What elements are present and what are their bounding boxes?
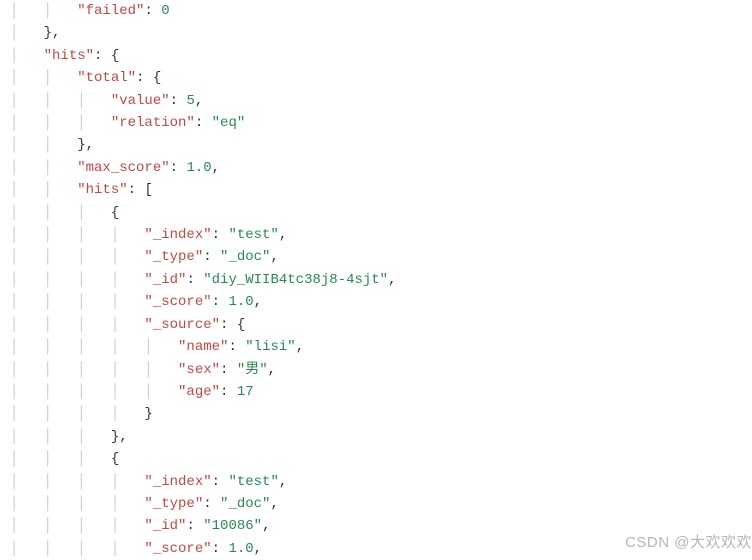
json-token: "_doc"	[220, 249, 270, 265]
json-token: "_id"	[144, 272, 186, 288]
json-token: 5	[186, 93, 194, 109]
json-token: :	[212, 541, 229, 557]
json-token: {	[111, 205, 119, 221]
json-token: ,	[388, 272, 396, 288]
json-token: "_index"	[144, 474, 211, 490]
json-token: :	[220, 362, 237, 378]
json-token: ,	[270, 249, 278, 265]
json-token: "_score"	[144, 541, 211, 557]
json-token: "eq"	[212, 115, 246, 131]
json-token: "sex"	[178, 362, 220, 378]
json-token: :	[186, 518, 203, 534]
json-token: ,	[279, 227, 287, 243]
json-token: :	[170, 160, 187, 176]
json-token: },	[44, 25, 61, 41]
json-token: "value"	[111, 93, 170, 109]
json-token: 1.0	[228, 541, 253, 557]
json-token: 17	[237, 384, 254, 400]
json-token: "_id"	[144, 518, 186, 534]
json-token: :	[228, 339, 245, 355]
json-token: "_type"	[144, 496, 203, 512]
json-token: : {	[94, 48, 119, 64]
json-token: ,	[254, 541, 262, 557]
json-token: "男"	[237, 362, 268, 378]
json-token: : {	[220, 317, 245, 333]
json-token: :	[203, 249, 220, 265]
json-token: :	[220, 384, 237, 400]
json-token: }	[144, 406, 152, 422]
json-token: "_index"	[144, 227, 211, 243]
json-token: "_type"	[144, 249, 203, 265]
json-token: 1.0	[228, 294, 253, 310]
json-code-block: │ │ "failed": 0 │ }, │ "hits": { │ │ "to…	[0, 0, 752, 560]
json-token: "diy_WIIB4tc38j8-4sjt"	[203, 272, 388, 288]
json-token: ,	[296, 339, 304, 355]
json-token: "hits"	[77, 182, 127, 198]
json-token: 0	[161, 3, 169, 19]
json-token: },	[111, 429, 128, 445]
json-token: : {	[136, 70, 161, 86]
json-token: "relation"	[111, 115, 195, 131]
json-token: "failed"	[77, 3, 144, 19]
watermark-text: CSDN @大欢欢欢	[625, 532, 752, 554]
json-token: "hits"	[44, 48, 94, 64]
json-token: ,	[270, 496, 278, 512]
json-token: :	[212, 294, 229, 310]
json-token: "age"	[178, 384, 220, 400]
json-token: :	[144, 3, 161, 19]
json-token: "_score"	[144, 294, 211, 310]
json-token: ,	[195, 93, 203, 109]
json-token: : [	[128, 182, 153, 198]
json-token: "max_score"	[77, 160, 169, 176]
json-token: ,	[254, 294, 262, 310]
json-token: "lisi"	[245, 339, 295, 355]
json-token: "test"	[228, 227, 278, 243]
json-token: "test"	[228, 474, 278, 490]
json-token: :	[195, 115, 212, 131]
json-token: "10086"	[203, 518, 262, 534]
json-token: :	[212, 227, 229, 243]
json-token: ,	[212, 160, 220, 176]
json-token: :	[170, 93, 187, 109]
json-token: :	[186, 272, 203, 288]
json-token: ,	[268, 362, 276, 378]
json-token: "total"	[77, 70, 136, 86]
json-token: ,	[262, 518, 270, 534]
json-token: :	[212, 474, 229, 490]
json-token: {	[111, 451, 119, 467]
json-token: "name"	[178, 339, 228, 355]
json-token: "_source"	[144, 317, 220, 333]
json-token: },	[77, 137, 94, 153]
json-token: "_doc"	[220, 496, 270, 512]
json-token: :	[203, 496, 220, 512]
json-token: ,	[279, 474, 287, 490]
json-token: 1.0	[186, 160, 211, 176]
